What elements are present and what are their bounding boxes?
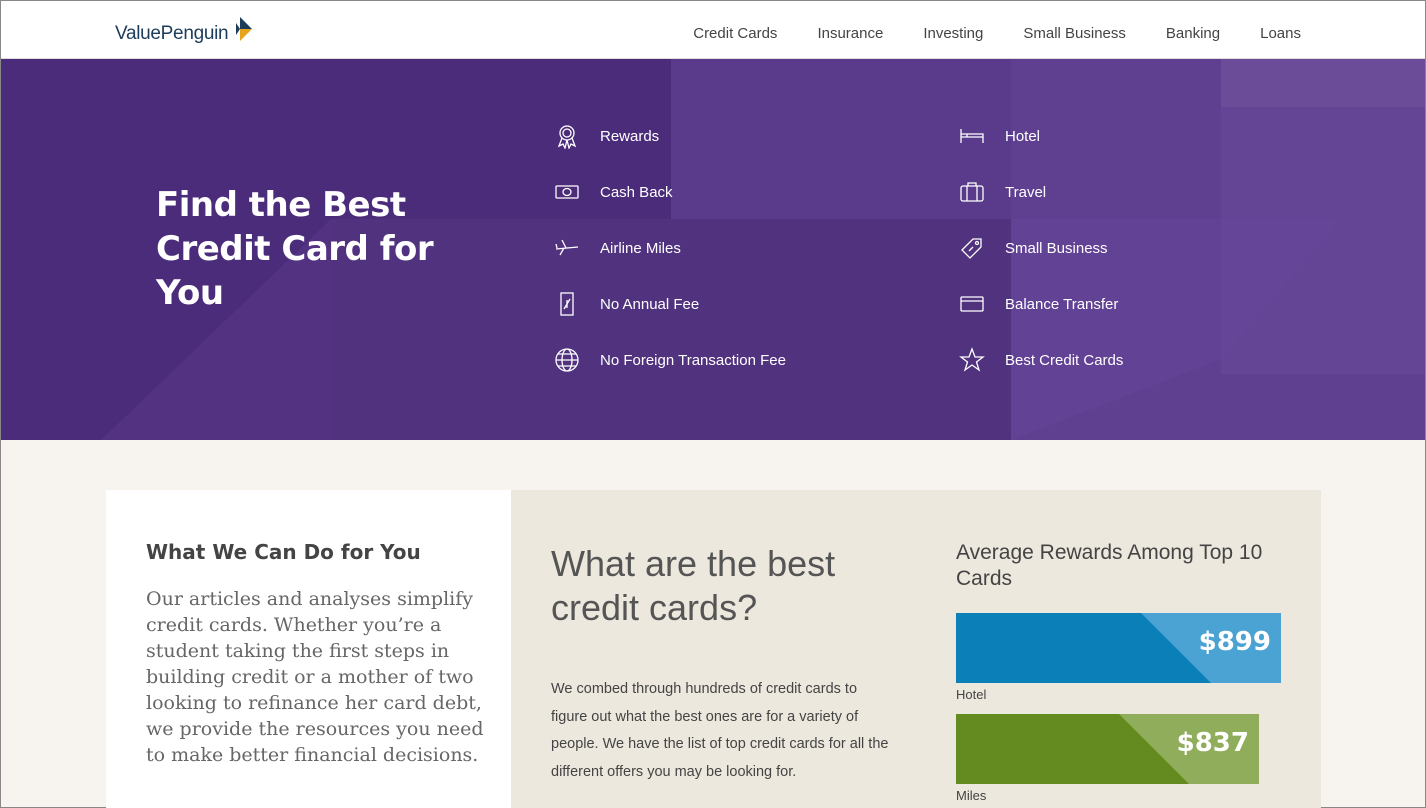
star-icon [959,347,985,373]
category-label: Airline Miles [600,239,681,257]
category-label: Hotel [1005,127,1041,145]
nav-loans[interactable]: Loans [1260,25,1301,42]
rewards-bar-miles: $837 Miles [956,714,1259,803]
category-label: No Annual Fee [600,295,700,313]
category-label: Small Business [1005,239,1108,257]
about-card: What We Can Do for You Our articles and … [106,490,511,808]
nav-investing[interactable]: Investing [923,25,983,42]
category-label: No Foreign Transaction Fee [600,351,786,369]
category-hotel[interactable]: Hotel [959,123,1040,149]
suitcase-icon [959,179,985,205]
penguin-logo-icon [236,17,253,41]
nav-small-business[interactable]: Small Business [1023,25,1126,42]
category-no-annual-fee[interactable]: No Annual Fee [554,291,699,317]
category-label: Rewards [600,127,660,145]
card-icon [959,291,985,317]
main-nav: Credit Cards Insurance Investing Small B… [653,25,1301,42]
best-cards-card: What are the best credit cards? We combe… [511,490,1321,808]
category-no-foreign-transaction-fee[interactable]: No Foreign Transaction Fee [554,347,786,373]
category-cash-back[interactable]: Cash Back [554,179,673,205]
category-best-credit-cards[interactable]: Best Credit Cards [959,347,1123,373]
category-label: Cash Back [600,183,673,201]
about-body: Our articles and analyses simplify credi… [146,588,484,766]
site-logo[interactable]: ValuePenguin [115,17,256,45]
tag-icon [959,235,985,261]
rewards-bar: $837 [956,714,1259,784]
bar-value: $837 [1176,728,1249,758]
airplane-icon [554,235,580,261]
nav-banking[interactable]: Banking [1166,25,1220,42]
best-cards-heading: What are the best credit cards? [551,543,836,628]
hero-banner: Find the Best Credit Card for You Reward… [1,59,1425,440]
category-label: Travel [1005,183,1047,201]
bar-label: Miles [956,788,987,803]
category-travel[interactable]: Travel [959,179,1046,205]
category-rewards[interactable]: Rewards [554,123,659,149]
cash-icon [554,179,580,205]
category-balance-transfer[interactable]: Balance Transfer [959,291,1118,317]
bar-value: $899 [1198,627,1271,657]
logo-text: ValuePenguin [115,23,229,44]
category-small-business[interactable]: Small Business [959,235,1108,261]
nav-insurance[interactable]: Insurance [817,25,883,42]
rewards-bar: $899 [956,613,1281,683]
best-cards-body: We combed through hundreds of credit car… [551,681,889,780]
hero-title: Find the Best Credit Card for You [156,185,434,313]
nav-credit-cards[interactable]: Credit Cards [693,25,777,42]
rewards-bar-hotel: $899 Hotel [956,613,1281,702]
globe-icon [554,347,580,373]
category-airline-miles[interactable]: Airline Miles [554,235,681,261]
about-heading: What We Can Do for You [146,540,421,564]
bed-icon [959,123,985,149]
rewards-chart-title: Average Rewards Among Top 10 Cards [956,541,1263,590]
bar-label: Hotel [956,687,987,702]
no-fee-icon [554,291,580,317]
category-label: Best Credit Cards [1005,351,1124,369]
top-nav-bar: ValuePenguin Credit Cards Insurance Inve… [1,1,1425,59]
award-ribbon-icon [554,123,580,149]
category-label: Balance Transfer [1005,295,1119,313]
